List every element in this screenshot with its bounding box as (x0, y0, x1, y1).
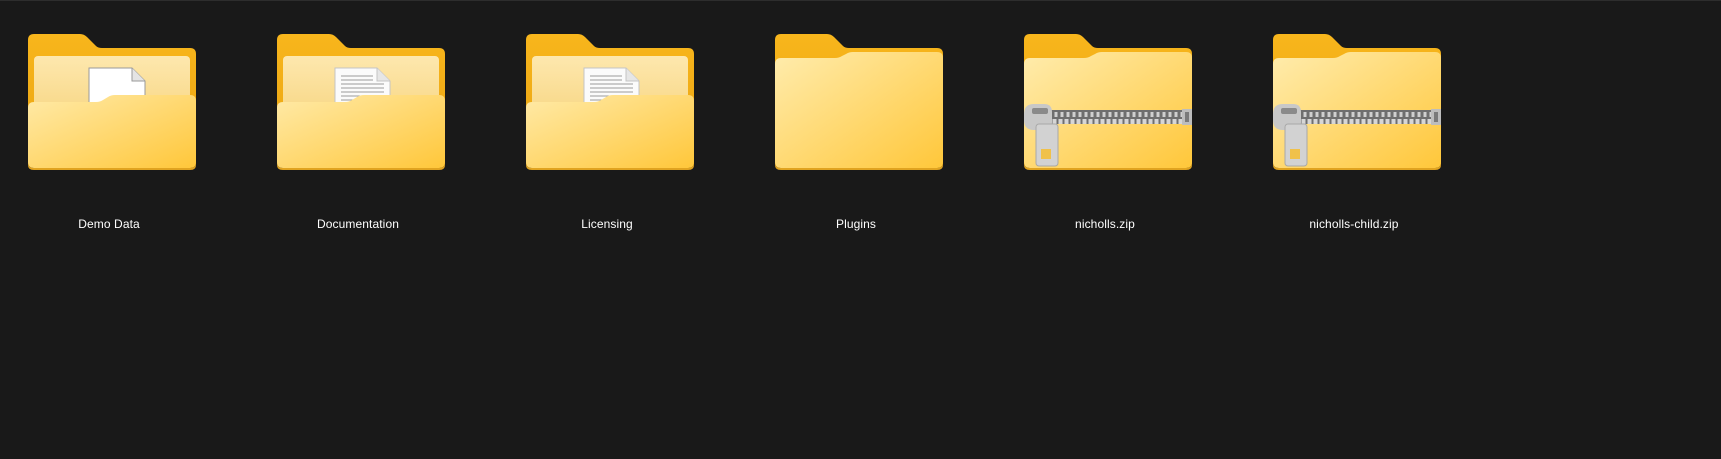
file-item-documentation[interactable]: Documentation (248, 30, 468, 240)
folder-with-document-icon (14, 34, 204, 186)
file-item-licensing[interactable]: Licensing (497, 30, 717, 240)
zip-folder-icon (1010, 34, 1200, 186)
zip-folder-icon (1259, 34, 1449, 186)
file-item-label: Documentation (316, 217, 399, 231)
folder-with-text-document-icon (263, 34, 453, 186)
file-item-label: Plugins (835, 217, 877, 231)
file-item-nicholls-zip[interactable]: nicholls.zip (995, 30, 1215, 240)
file-item-nicholls-child-zip[interactable]: nicholls-child.zip (1244, 30, 1464, 240)
folder-with-text-document-icon (512, 34, 702, 186)
file-item-label: nicholls.zip (1075, 217, 1135, 231)
file-item-demo-data[interactable]: Demo Data (0, 30, 219, 240)
file-item-label: Demo Data (78, 217, 140, 231)
file-grid: Demo Data Documentation Licensing Plugin… (0, 0, 1721, 459)
file-item-label: Licensing (581, 217, 633, 231)
folder-icon (761, 34, 951, 186)
file-item-label: nicholls-child.zip (1309, 217, 1399, 231)
file-item-plugins[interactable]: Plugins (746, 30, 966, 240)
